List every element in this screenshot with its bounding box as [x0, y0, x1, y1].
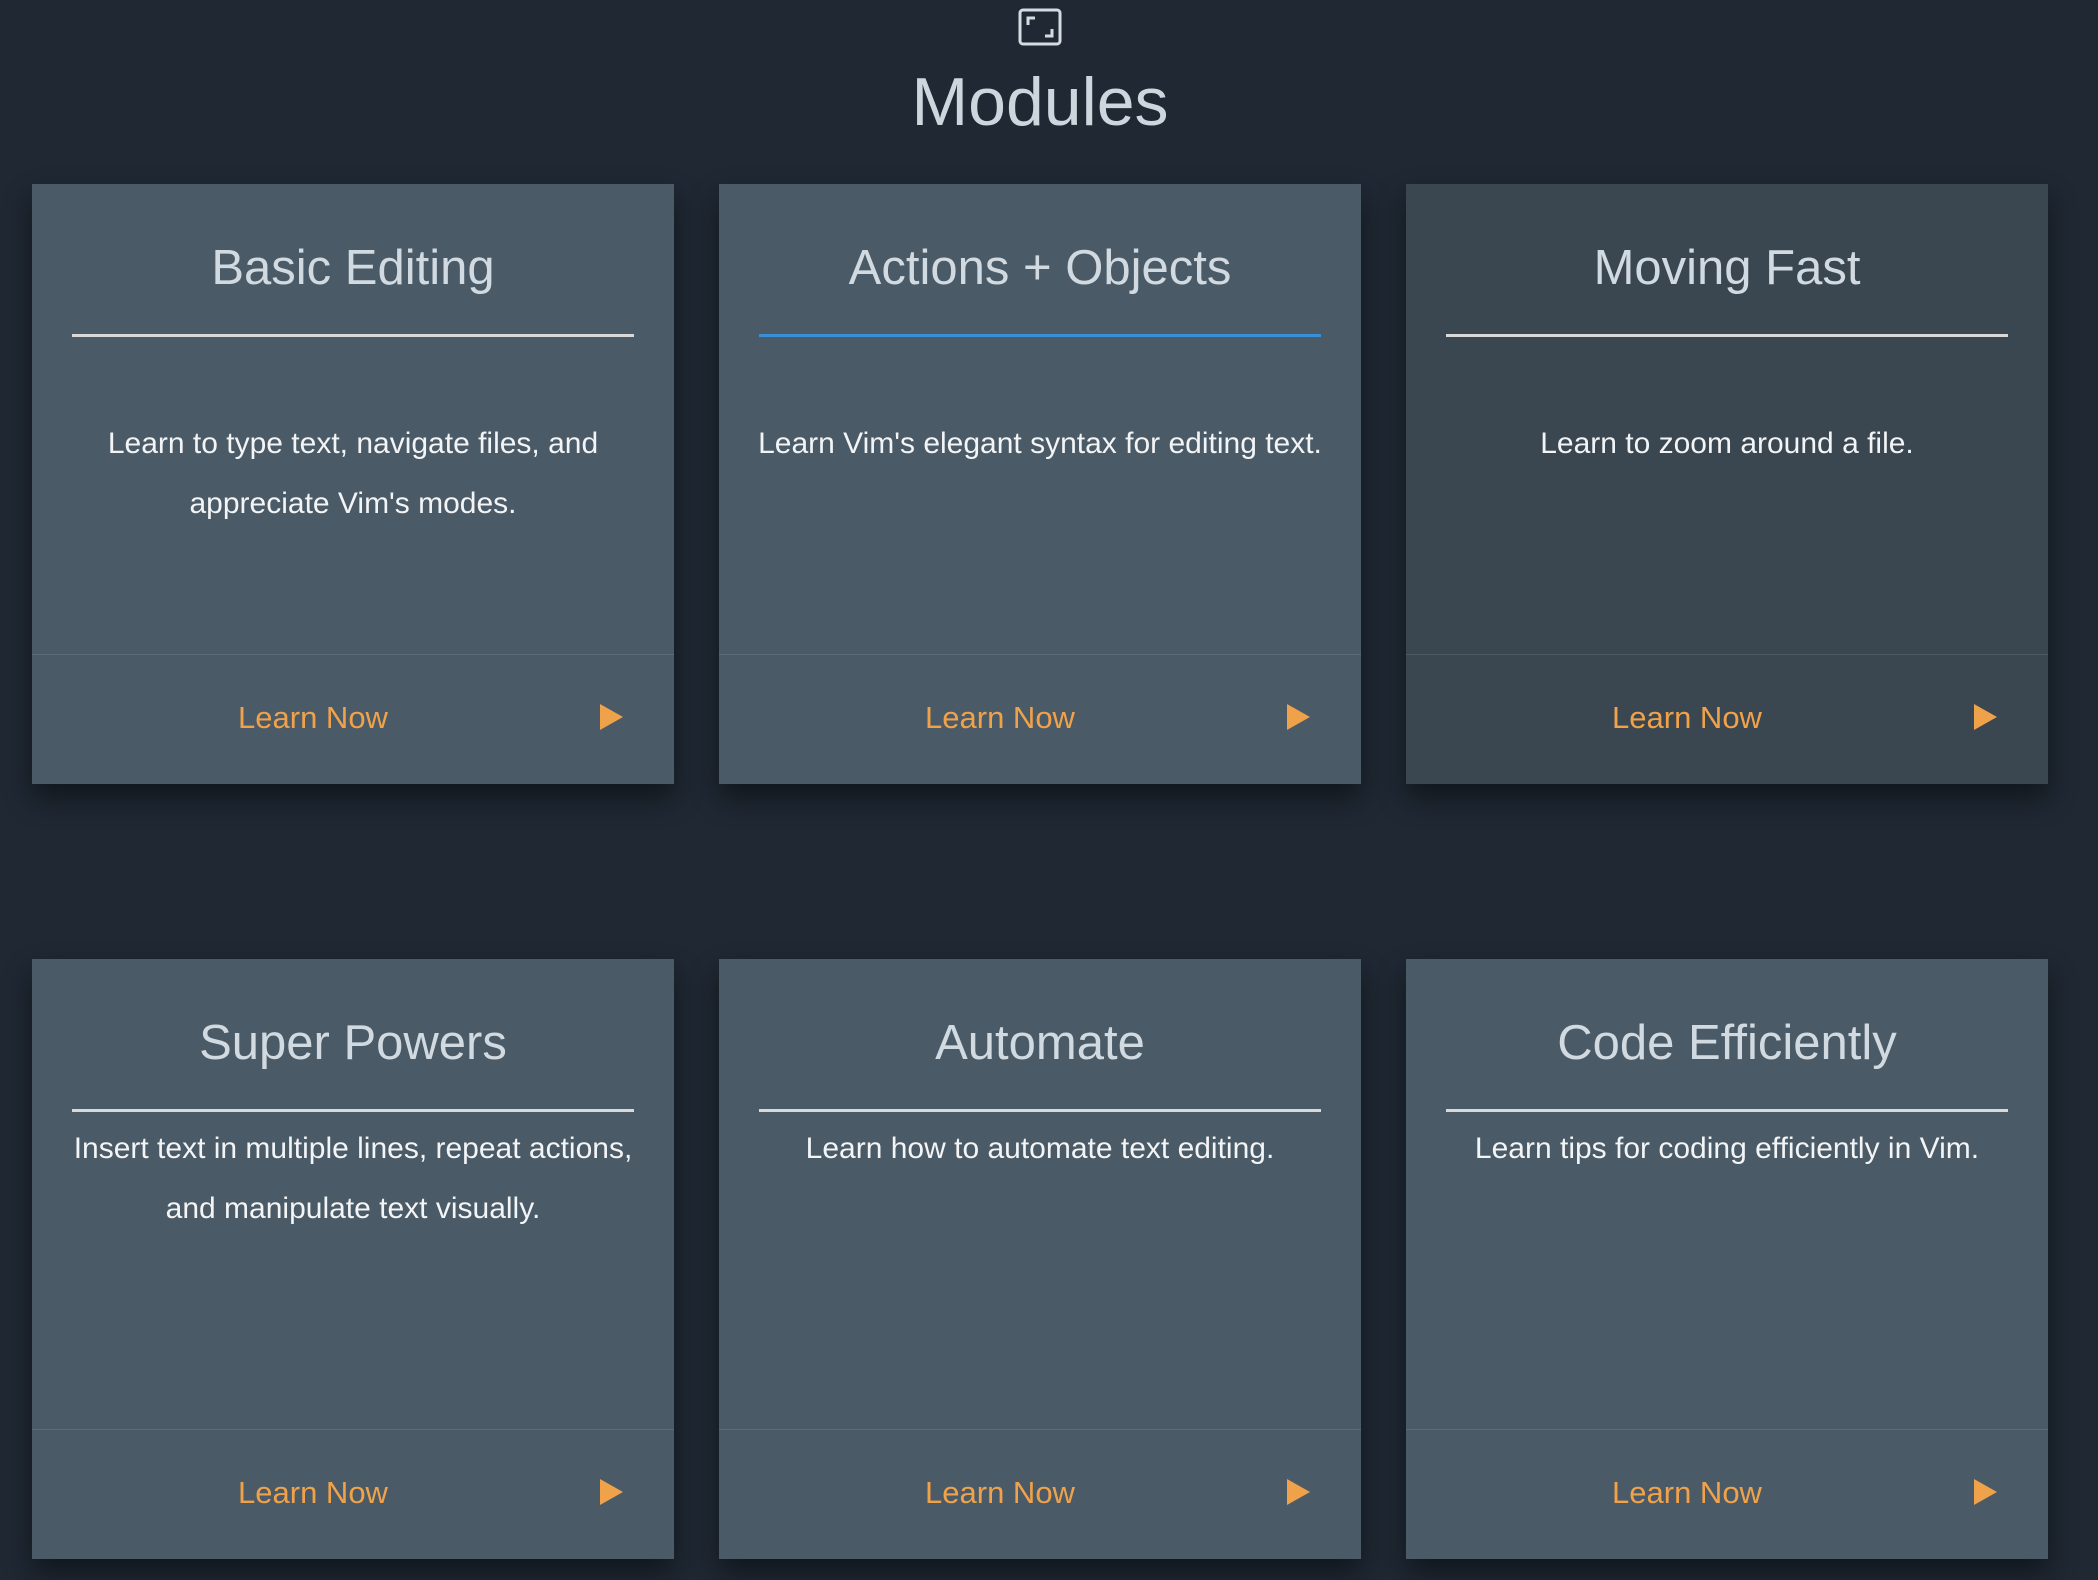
module-title: Actions + Objects	[848, 241, 1232, 295]
module-card-automate: Automate Learn how to automate text edit…	[719, 959, 1361, 1559]
card-footer: Learn Now	[32, 1430, 674, 1559]
module-card-code-efficiently: Code Efficiently Learn tips for coding e…	[1406, 959, 2048, 1559]
title-underline	[759, 1109, 1321, 1112]
module-description: Learn Vim's elegant syntax for editing t…	[758, 427, 1322, 460]
card-footer: Learn Now	[32, 655, 674, 784]
module-description: Learn how to automate text editing.	[805, 1132, 1275, 1165]
title-underline	[1446, 334, 2008, 337]
module-card-moving-fast: Moving Fast Learn to zoom around a file.…	[1406, 184, 2048, 784]
play-icon[interactable]	[1285, 703, 1311, 731]
module-description: Insert text in multiple lines, repeat ac…	[73, 1132, 633, 1225]
title-underline	[72, 334, 634, 337]
module-description: Learn tips for coding efficiently in Vim…	[1474, 1132, 1980, 1165]
page-title: Modules	[911, 64, 1169, 140]
learn-now-link[interactable]: Learn Now	[1406, 693, 1968, 743]
learn-now-link[interactable]: Learn Now	[32, 693, 594, 743]
learn-now-link[interactable]: Learn Now	[719, 693, 1281, 743]
module-card-actions-objects: Actions + Objects Learn Vim's elegant sy…	[719, 184, 1361, 784]
play-icon[interactable]	[1972, 703, 1998, 731]
module-title: Basic Editing	[211, 241, 495, 295]
module-title: Super Powers	[199, 1016, 507, 1070]
module-card-super-powers: Super Powers Insert text in multiple lin…	[32, 959, 674, 1559]
play-icon[interactable]	[1972, 1478, 1998, 1506]
expand-icon[interactable]	[1018, 8, 1062, 46]
module-title: Automate	[935, 1016, 1145, 1070]
play-icon[interactable]	[1285, 1478, 1311, 1506]
play-icon[interactable]	[598, 703, 624, 731]
card-footer: Learn Now	[719, 655, 1361, 784]
learn-now-link[interactable]: Learn Now	[32, 1468, 594, 1518]
module-description: Learn to type text, navigate files, and …	[107, 427, 599, 520]
play-icon[interactable]	[598, 1478, 624, 1506]
card-footer: Learn Now	[719, 1430, 1361, 1559]
module-card-basic-editing: Basic Editing Learn to type text, naviga…	[32, 184, 674, 784]
learn-now-link[interactable]: Learn Now	[1406, 1468, 1968, 1518]
learn-now-link[interactable]: Learn Now	[719, 1468, 1281, 1518]
module-title: Code Efficiently	[1557, 1016, 1897, 1070]
module-description: Learn to zoom around a file.	[1540, 427, 1914, 460]
card-footer: Learn Now	[1406, 655, 2048, 784]
module-title: Moving Fast	[1593, 241, 1861, 295]
title-underline	[759, 334, 1321, 337]
title-underline	[1446, 1109, 2008, 1112]
title-underline	[72, 1109, 634, 1112]
card-footer: Learn Now	[1406, 1430, 2048, 1559]
